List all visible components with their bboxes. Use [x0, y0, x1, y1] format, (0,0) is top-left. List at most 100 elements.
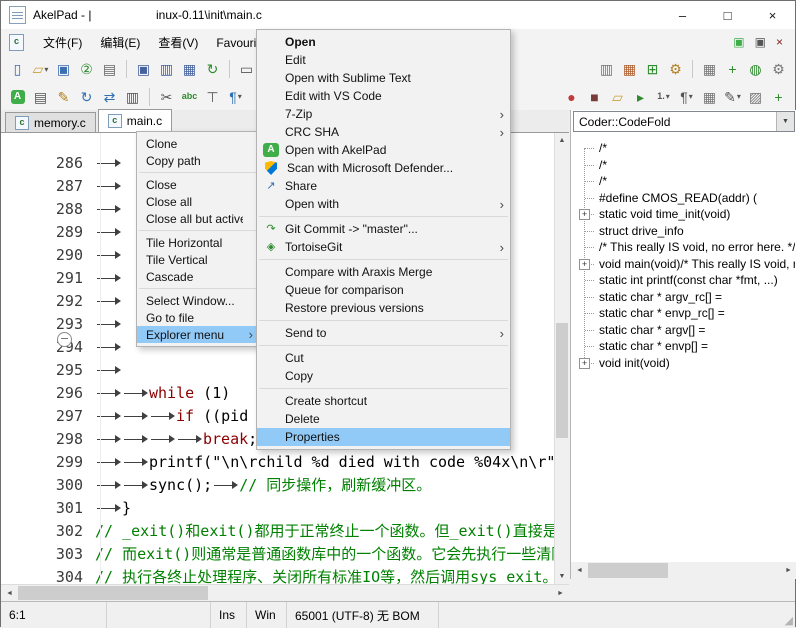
menu-item-tortoisegit[interactable]: ◈TortoiseGit›: [257, 238, 510, 256]
menu-item-create-shortcut[interactable]: Create shortcut: [257, 392, 510, 410]
menu-item-scan-with-microsoft-defender[interactable]: Scan with Microsoft Defender...: [257, 159, 510, 177]
panel-horizontal-scrollbar[interactable]: ◄ ►: [571, 562, 796, 579]
panel-scroll-left-icon[interactable]: ◄: [571, 562, 588, 579]
split-view-icon[interactable]: ▥: [121, 86, 144, 108]
editor-vertical-scrollbar[interactable]: ▲ ▼: [554, 133, 569, 584]
menu-item-open-with-akelpad[interactable]: AOpen with AkelPad: [257, 141, 510, 159]
menu-item-compare-with-araxis-merge[interactable]: Compare with Araxis Merge: [257, 263, 510, 281]
cut-lines-icon[interactable]: ✂: [155, 86, 178, 108]
spellcheck-icon[interactable]: abc: [178, 86, 201, 108]
menu-item-edit-with-vs-code[interactable]: Edit with VS Code: [257, 87, 510, 105]
menu-item-copy-path[interactable]: Copy path: [137, 152, 259, 169]
stop-macro-icon[interactable]: ■: [583, 86, 606, 108]
new-file-icon[interactable]: ▯: [6, 58, 29, 80]
save-file-icon[interactable]: ▣: [52, 58, 75, 80]
tab-memory-c[interactable]: cmemory.c: [5, 112, 96, 132]
settings-gear-icon[interactable]: ⚙: [664, 58, 687, 80]
menu-item-properties[interactable]: Properties: [257, 428, 510, 446]
plugin-green-icon[interactable]: ▣: [733, 35, 744, 49]
expand-plus-icon[interactable]: +: [579, 358, 590, 369]
options-gear-icon[interactable]: ⚙: [767, 58, 790, 80]
menu-item-edit[interactable]: Edit: [257, 51, 510, 69]
tree-item[interactable]: static int printf(const char *fmt, ...): [573, 272, 795, 289]
keyboard-icon[interactable]: ▤: [29, 86, 52, 108]
tree-item[interactable]: static char * envp[] =: [573, 338, 795, 355]
menu-item-git-commit-master[interactable]: ↷Git Commit -> "master"...: [257, 220, 510, 238]
refresh-icon[interactable]: ↻: [75, 86, 98, 108]
draw-icon[interactable]: ✎▾: [721, 86, 744, 108]
menu-item-crc-sha[interactable]: CRC SHA›: [257, 123, 510, 141]
hatch-icon[interactable]: ▨: [744, 86, 767, 108]
tree-item[interactable]: +static void time_init(void): [573, 206, 795, 223]
expand-plus-icon[interactable]: +: [579, 259, 590, 270]
menu-item-cascade[interactable]: Cascade: [137, 268, 259, 285]
combobox-dropdown-icon[interactable]: ▼: [776, 112, 794, 131]
tree-item[interactable]: /*: [573, 173, 795, 190]
menu-v[interactable]: 查看(V): [149, 34, 207, 51]
tree-item[interactable]: struct drive_info: [573, 223, 795, 240]
menu-item-close-all-but-active[interactable]: Close all but active: [137, 210, 259, 227]
minimize-button[interactable]: –: [660, 1, 705, 29]
menu-item-clone[interactable]: Clone: [137, 135, 259, 152]
tree-item[interactable]: /*: [573, 140, 795, 157]
reload-file-icon[interactable]: ↻: [201, 58, 224, 80]
menu-item-send-to[interactable]: Send to›: [257, 324, 510, 342]
menu-item-tile-horizontal[interactable]: Tile Horizontal: [137, 234, 259, 251]
tree-item[interactable]: +void main(void)/* This really IS void, …: [573, 256, 795, 273]
maximize-button[interactable]: □: [705, 1, 750, 29]
view-grid-icon[interactable]: ▦: [698, 58, 721, 80]
insert-table-icon[interactable]: ▦: [618, 58, 641, 80]
document-2-icon[interactable]: ②: [75, 58, 98, 80]
tree-item[interactable]: static char * argv[] =: [573, 322, 795, 339]
grid-icon[interactable]: ▦: [698, 86, 721, 108]
play-macro-icon[interactable]: ▸: [629, 86, 652, 108]
titlebar[interactable]: AkelPad - | inux-0.11\init\main.c – □ ×: [1, 1, 795, 29]
panel-scrollbar-thumb[interactable]: [588, 563, 668, 578]
pilcrow-icon[interactable]: ¶▾: [675, 86, 698, 108]
record-macro-icon[interactable]: ●: [560, 86, 583, 108]
editor-scroll-left-icon[interactable]: ◄: [1, 585, 18, 601]
highlighter-icon[interactable]: ✎: [52, 86, 75, 108]
menu-item-queue-for-comparison[interactable]: Queue for comparison: [257, 281, 510, 299]
window-frames-icon[interactable]: ▥: [595, 58, 618, 80]
menu-item-restore-previous-versions[interactable]: Restore previous versions: [257, 299, 510, 317]
tree-item[interactable]: /*: [573, 157, 795, 174]
numbered-list-icon[interactable]: 1.▾: [652, 86, 675, 108]
swap-icon[interactable]: ⇄: [98, 86, 121, 108]
menu-item-open-with-sublime-text[interactable]: Open with Sublime Text: [257, 69, 510, 87]
menu-item-delete[interactable]: Delete: [257, 410, 510, 428]
menu-item-open[interactable]: Open: [257, 33, 510, 51]
add-green-icon[interactable]: +: [767, 86, 790, 108]
close-child-icon[interactable]: ×: [776, 35, 783, 49]
menu-item-cut[interactable]: Cut: [257, 349, 510, 367]
tree-item[interactable]: +void init(void): [573, 355, 795, 372]
menu-item-share[interactable]: ↗Share: [257, 177, 510, 195]
menu-item-open-with[interactable]: Open with›: [257, 195, 510, 213]
menu-item-go-to-file[interactable]: Go to file: [137, 309, 259, 326]
save-as-icon[interactable]: ▥: [155, 58, 178, 80]
print-icon[interactable]: ▭: [235, 58, 258, 80]
table-plus-icon[interactable]: ⊞: [641, 58, 664, 80]
tree-item[interactable]: /* This really IS void, no error here. *…: [573, 239, 795, 256]
menu-e[interactable]: 编辑(E): [91, 34, 149, 51]
menu-item-select-window[interactable]: Select Window...: [137, 292, 259, 309]
menu-item-explorer-menu[interactable]: Explorer menu›: [137, 326, 259, 343]
menu-item-copy[interactable]: Copy: [257, 367, 510, 385]
scroll-up-icon[interactable]: ▲: [555, 133, 569, 148]
restore-child-icon[interactable]: ▣: [755, 35, 766, 49]
panel-scroll-right-icon[interactable]: ►: [780, 562, 796, 579]
close-button[interactable]: ×: [750, 1, 795, 29]
expand-plus-icon[interactable]: +: [579, 209, 590, 220]
editor-horizontal-scrollbar[interactable]: ◄ ►: [1, 584, 569, 601]
scroll-down-icon[interactable]: ▼: [555, 569, 569, 584]
pin-icon[interactable]: ⊤: [201, 86, 224, 108]
tree-item[interactable]: static char * envp_rc[] =: [573, 305, 795, 322]
menu-item-7-zip[interactable]: 7-Zip›: [257, 105, 510, 123]
menu-item-close-all[interactable]: Close all: [137, 193, 259, 210]
editor-scrollbar-thumb[interactable]: [18, 586, 208, 600]
menu-f[interactable]: 文件(F): [34, 34, 91, 51]
macros-folder-icon[interactable]: ▱: [606, 86, 629, 108]
menu-item-close[interactable]: Close: [137, 176, 259, 193]
globe-icon[interactable]: ◍: [744, 58, 767, 80]
vertical-scrollbar-thumb[interactable]: [556, 323, 568, 438]
